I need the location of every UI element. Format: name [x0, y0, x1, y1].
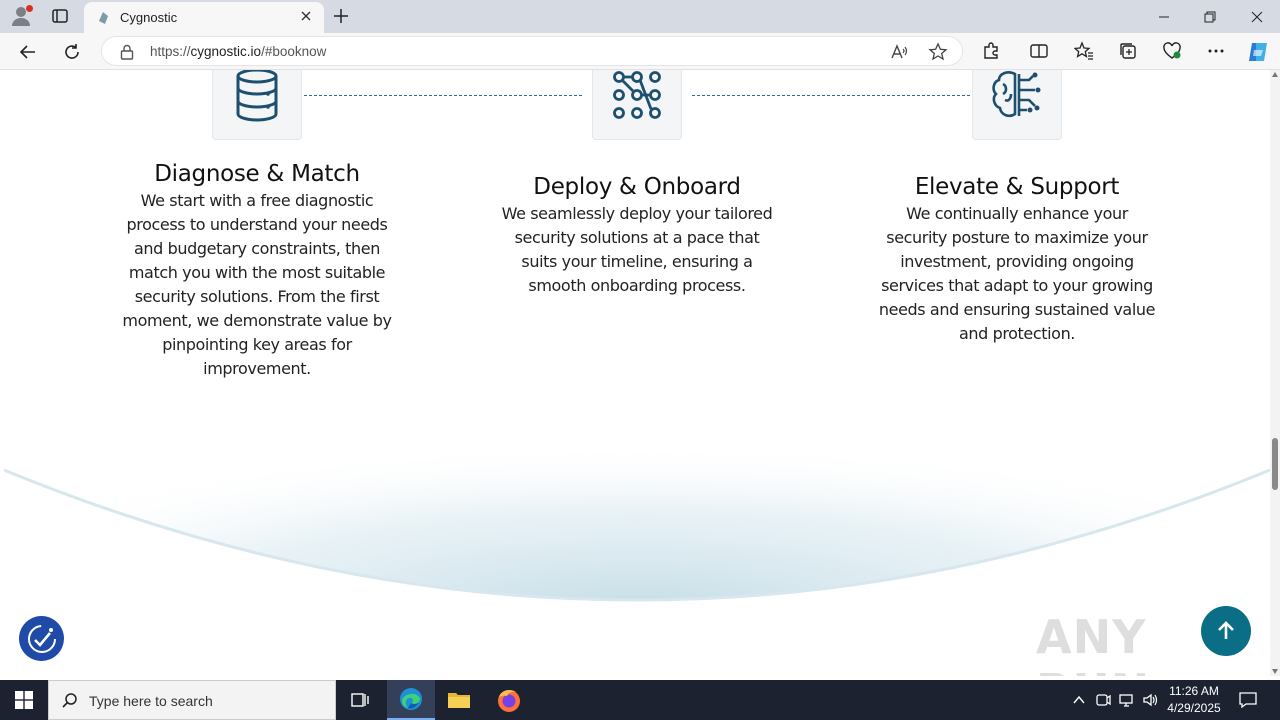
copilot-icon[interactable] — [1246, 40, 1270, 64]
clock-time: 11:26 AM — [1169, 684, 1219, 698]
step-icon-diagnose — [212, 70, 302, 140]
collections-icon[interactable] — [1118, 41, 1138, 61]
address-toolbar: https://cygnostic.io/#booknow — [0, 33, 1280, 70]
start-button[interactable] — [0, 680, 48, 720]
browser-tab-bar: Cygnostic — [0, 0, 1280, 33]
volume-icon[interactable] — [1142, 692, 1158, 708]
edge-icon — [400, 688, 422, 710]
connector-line — [304, 95, 582, 96]
notifications-icon[interactable] — [1238, 690, 1258, 710]
windows-taskbar: Type here to search 11:26 AM 4/29/2025 — [0, 680, 1280, 720]
favorites-icon[interactable] — [1073, 41, 1094, 61]
profile-icon[interactable] — [10, 5, 34, 27]
windows-logo-icon — [15, 691, 33, 709]
step-icon-deploy — [592, 70, 682, 140]
taskbar-clock[interactable]: 11:26 AM 4/29/2025 — [1160, 683, 1228, 717]
task-view-icon — [351, 693, 369, 707]
step-description-deploy: We seamlessly deploy your tailored secur… — [501, 204, 773, 295]
close-tab-icon[interactable] — [298, 8, 314, 24]
brain-circuit-icon — [992, 71, 1041, 118]
step-description-elevate: We continually enhance your security pos… — [878, 204, 1156, 343]
close-window-icon[interactable] — [1234, 0, 1280, 33]
arrow-up-icon — [1218, 621, 1234, 639]
scroll-to-top-button[interactable] — [1201, 606, 1251, 656]
split-screen-icon[interactable] — [1029, 41, 1049, 61]
search-icon — [61, 692, 79, 710]
browser-essentials-icon[interactable] — [1162, 41, 1182, 61]
site-favicon-icon — [96, 11, 110, 25]
tab-title: Cygnostic — [120, 10, 178, 25]
lock-icon[interactable] — [120, 44, 134, 60]
step-title-diagnose: Diagnose & Match — [154, 161, 360, 187]
meet-now-icon[interactable] — [1095, 692, 1111, 708]
clock-date: 4/29/2025 — [1167, 701, 1221, 715]
url-text: https://cygnostic.io/#booknow — [150, 44, 327, 59]
scrollbar-thumb[interactable] — [1272, 438, 1278, 490]
database-icon — [236, 70, 278, 122]
read-aloud-icon[interactable] — [890, 43, 908, 61]
page-content: Diagnose & Match We start with a free di… — [4, 70, 1270, 676]
search-placeholder: Type here to search — [89, 693, 213, 709]
tab-cygnostic[interactable]: Cygnostic — [84, 2, 324, 33]
network-icon[interactable] — [1119, 692, 1135, 708]
accessibility-icon — [27, 624, 56, 653]
accessibility-button[interactable] — [19, 616, 64, 661]
step-description-diagnose: We start with a free diagnostic process … — [122, 191, 392, 378]
restore-icon[interactable] — [1187, 0, 1233, 33]
step-title-elevate: Elevate & Support — [914, 174, 1120, 200]
step-icon-elevate — [972, 70, 1062, 140]
taskbar-firefox[interactable] — [485, 680, 533, 720]
page-scrollbar[interactable] — [1270, 70, 1280, 676]
connector-line — [692, 95, 970, 96]
task-view-button[interactable] — [336, 680, 384, 720]
address-bar[interactable]: https://cygnostic.io/#booknow — [101, 36, 963, 66]
favorite-star-icon[interactable] — [928, 42, 948, 62]
firefox-icon — [498, 689, 520, 712]
extensions-icon[interactable] — [981, 41, 1001, 61]
network-nodes-icon — [613, 71, 661, 119]
taskbar-file-explorer[interactable] — [435, 680, 483, 720]
more-menu-icon[interactable] — [1206, 41, 1226, 61]
taskbar-search[interactable]: Type here to search — [48, 680, 336, 720]
refresh-icon[interactable] — [59, 39, 85, 65]
back-icon[interactable] — [15, 39, 41, 65]
step-title-deploy: Deploy & Onboard — [533, 174, 741, 200]
taskbar-edge[interactable] — [387, 680, 435, 720]
new-tab-icon[interactable] — [331, 6, 351, 26]
folder-icon — [448, 693, 470, 708]
tray-chevron-up-icon[interactable] — [1071, 692, 1087, 708]
tab-actions-icon[interactable] — [51, 7, 69, 25]
minimize-icon[interactable] — [1141, 0, 1187, 33]
